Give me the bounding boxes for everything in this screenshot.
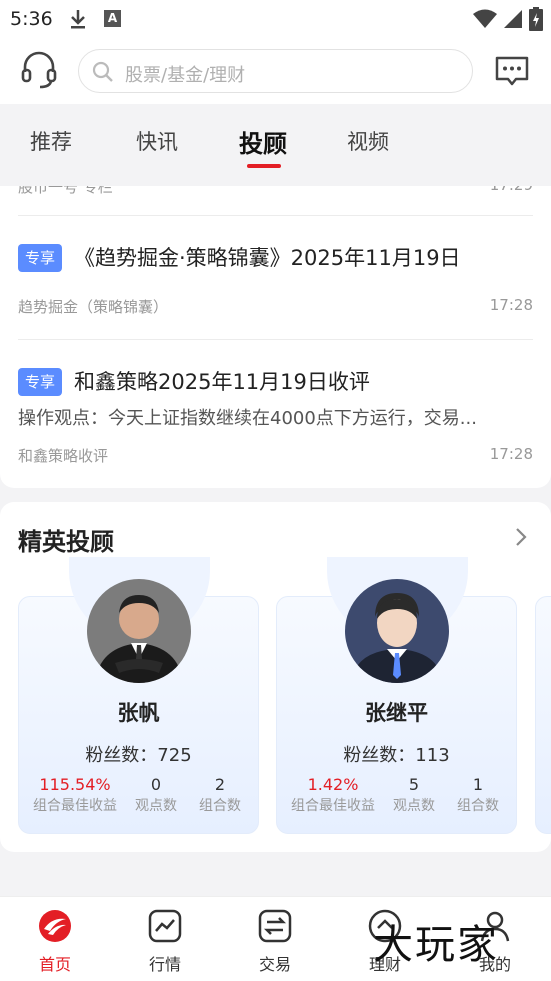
nav-trade[interactable]: 交易 xyxy=(240,909,310,975)
wifi-icon xyxy=(473,9,497,28)
portfolios-label: 组合数 xyxy=(457,798,499,814)
views-label: 观点数 xyxy=(393,798,435,814)
portfolios-value: 2 xyxy=(214,775,226,794)
nav-market[interactable]: 行情 xyxy=(130,909,200,975)
best-return-value: 115.54% xyxy=(39,775,111,794)
active-tab-indicator xyxy=(247,164,281,168)
best-return-value: 1.42% xyxy=(307,775,359,794)
partial-news-source: 股市一号 专栏 xyxy=(18,186,113,196)
download-icon xyxy=(71,10,85,29)
advisor-name: 张继平 xyxy=(365,701,428,725)
section-title: 精英投顾 xyxy=(18,528,114,556)
advisor-fans: 粉丝数：725 xyxy=(85,745,192,766)
news-source: 和鑫策略收评 xyxy=(18,447,109,465)
portfolios-label: 组合数 xyxy=(199,798,241,814)
portfolios-value: 1 xyxy=(472,775,484,794)
advisor-fans: 粉丝数：113 xyxy=(343,745,450,766)
top-bar: 股票/基金/理财 xyxy=(0,38,551,104)
home-logo-icon xyxy=(39,910,71,942)
exclusive-badge: 专享 xyxy=(18,244,62,272)
battery-icon xyxy=(529,7,543,31)
exclusive-badge: 专享 xyxy=(18,368,62,396)
portfolios-stat: 2 组合数 xyxy=(191,775,249,815)
customer-service-icon[interactable] xyxy=(20,50,58,90)
news-time: 17:28 xyxy=(489,445,533,463)
views-value: 0 xyxy=(150,775,162,794)
status-time: 5:36 xyxy=(10,8,53,30)
chevron-right-icon[interactable] xyxy=(510,526,532,548)
tab-recommend[interactable]: 推荐 xyxy=(30,126,72,156)
watermark: 大玩家 xyxy=(373,922,499,968)
divider xyxy=(18,215,533,216)
nav-label: 交易 xyxy=(258,955,291,974)
news-time: 17:28 xyxy=(489,296,533,314)
advisor-name: 张帆 xyxy=(117,701,160,725)
news-summary: 操作观点：今天上证指数继续在4000点下方运行，交易... xyxy=(18,408,477,429)
best-return-label: 组合最佳收益 xyxy=(33,798,117,814)
best-return-label: 组合最佳收益 xyxy=(291,798,375,814)
news-title: 《趋势掘金·策略锦囊》2025年11月19日 xyxy=(74,246,461,270)
views-label: 观点数 xyxy=(135,798,177,814)
advisor-card[interactable]: 张继平 粉丝数：113 1.42% 组合最佳收益 5 观点数 1 组合数 xyxy=(276,557,517,834)
avatar xyxy=(345,579,449,683)
exchange-icon xyxy=(258,909,292,943)
advisor-card-partial[interactable] xyxy=(535,596,551,834)
chart-icon xyxy=(148,909,182,943)
nav-home[interactable]: 首页 xyxy=(20,909,90,975)
elite-advisors-section: 精英投顾 张帆 粉丝数：725 115.54% 组合最佳收益 0 观点数 2 组… xyxy=(0,502,551,852)
tab-video[interactable]: 视频 xyxy=(347,126,389,156)
search-input[interactable]: 股票/基金/理财 xyxy=(78,49,473,93)
search-icon xyxy=(92,61,113,82)
nav-label: 首页 xyxy=(38,955,71,974)
search-placeholder: 股票/基金/理财 xyxy=(125,65,246,86)
message-icon[interactable] xyxy=(494,53,530,89)
views-stat: 0 观点数 xyxy=(127,775,185,815)
portfolios-stat: 1 组合数 xyxy=(449,775,507,815)
news-title: 和鑫策略2025年11月19日收评 xyxy=(74,370,370,394)
notification-a-icon: A xyxy=(104,10,121,27)
news-source: 趋势掘金（策略锦囊） xyxy=(18,298,169,316)
avatar xyxy=(87,579,191,683)
divider xyxy=(18,339,533,340)
tab-advisor[interactable]: 投顾 xyxy=(239,124,287,159)
signal-icon xyxy=(504,10,522,28)
tab-bar: 推荐 快讯 投顾 视频 xyxy=(0,104,551,186)
news-list: 股市一号 专栏 17:29 专享 《趋势掘金·策略锦囊》2025年11月19日 … xyxy=(0,186,551,488)
best-return-stat: 115.54% 组合最佳收益 xyxy=(29,775,121,815)
tab-flash-news[interactable]: 快讯 xyxy=(136,126,178,156)
views-value: 5 xyxy=(408,775,420,794)
status-bar: 5:36 A xyxy=(0,0,551,38)
best-return-stat: 1.42% 组合最佳收益 xyxy=(287,775,379,815)
views-stat: 5 观点数 xyxy=(385,775,443,815)
advisor-card[interactable]: 张帆 粉丝数：725 115.54% 组合最佳收益 0 观点数 2 组合数 xyxy=(18,557,259,834)
partial-news-time: 17:29 xyxy=(490,186,533,194)
nav-label: 行情 xyxy=(148,955,181,974)
